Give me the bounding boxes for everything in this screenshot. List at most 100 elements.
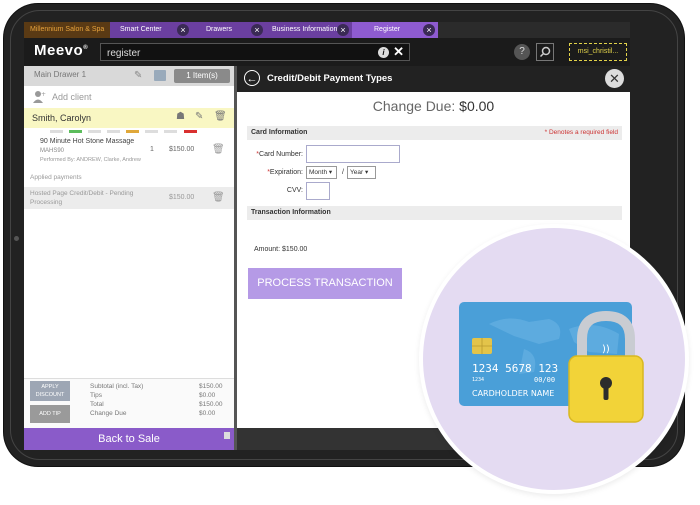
change-due-value: $0.00 (199, 410, 216, 417)
transaction-info-title: Transaction Information (251, 209, 331, 216)
card-info-header: Card Information * Denotes a required fi… (247, 126, 622, 140)
payment-amount: $150.00 (169, 194, 195, 201)
cardholder-name: CARDHOLDER NAME (472, 389, 554, 398)
status-bar (126, 130, 139, 133)
applied-payments-label: Applied payments (30, 174, 82, 181)
status-bar (184, 130, 197, 133)
close-icon[interactable]: × (423, 24, 435, 36)
card-small-number: 1234 (472, 377, 484, 383)
search-bar: i ✕ (100, 43, 410, 61)
close-icon[interactable]: × (251, 24, 263, 36)
secure-card-illustration: )) 1234 5678 123 1234 00/00 CARDHOLDER N… (459, 302, 644, 423)
status-bar (69, 130, 82, 133)
card-number: 1234 5678 123 (472, 362, 558, 375)
amount-text: Amount: $150.00 (254, 246, 308, 253)
payment-row: Hosted Page Credit/Debit - Pending Proce… (24, 187, 234, 209)
service-price: $150.00 (169, 146, 195, 153)
process-transaction-button[interactable]: PROCESS TRANSACTION (248, 268, 402, 299)
card-expiry: 00/00 (534, 376, 555, 384)
subtotal-label: Subtotal (incl. Tax) (90, 383, 144, 390)
totals-area: APPLY DISCOUNT ADD TIP Subtotal (incl. T… (24, 378, 234, 429)
card-info-title: Card Information (251, 129, 308, 136)
change-due-label: Change Due (90, 410, 127, 417)
search-icon[interactable] (536, 43, 554, 61)
payment-title: Credit/Debit Payment Types (267, 73, 393, 84)
logo-text: Meevo (34, 42, 84, 59)
tab-label: Drawers (206, 26, 233, 33)
add-tip-button[interactable]: ADD TIP (30, 405, 70, 423)
total-label: Total (90, 401, 104, 408)
back-arrow-icon[interactable]: ← (244, 70, 260, 86)
image-icon[interactable] (154, 70, 166, 81)
service-code: MAHS90 (40, 148, 65, 154)
close-icon[interactable]: × (177, 24, 189, 36)
payment-header: ← Credit/Debit Payment Types ✕ (237, 66, 630, 92)
tab-drawers[interactable]: Drawers × (192, 22, 266, 38)
pencil-icon[interactable]: ✎ (134, 70, 142, 81)
tab-label: Smart Center (120, 26, 162, 33)
apply-discount-button[interactable]: APPLY DISCOUNT (30, 381, 70, 401)
tab-business-information[interactable]: Business Information × (266, 22, 352, 38)
required-note: * Denotes a required field (544, 129, 618, 136)
meevo-logo[interactable]: Meevo® (34, 42, 88, 59)
status-bar (164, 130, 177, 133)
tab-smart-center[interactable]: Smart Center × (110, 22, 192, 38)
subtotal-value: $150.00 (199, 383, 223, 390)
change-due-label: Change Due: (372, 98, 456, 114)
tips-value: $0.00 (199, 392, 216, 399)
close-icon[interactable]: × (337, 24, 349, 36)
camera-dot (14, 236, 19, 241)
card-number-field[interactable] (306, 145, 400, 163)
pencil-icon[interactable]: ✎ (195, 111, 203, 122)
cvv-field[interactable] (306, 182, 330, 200)
close-icon[interactable]: ✕ (605, 69, 624, 88)
printer-icon[interactable] (224, 432, 230, 439)
status-bar (88, 130, 101, 133)
expiry-slash: / (342, 169, 344, 176)
trash-icon[interactable]: 🗑 (214, 111, 227, 122)
tab-bar: Millennium Salon & Spa Smart Center × Dr… (24, 22, 630, 38)
clear-icon[interactable]: ✕ (393, 44, 404, 60)
sale-panel: Main Drawer 1 ✎ 1 Item(s) + Add client S… (24, 66, 234, 450)
add-user-icon: + (32, 90, 46, 107)
service-performer: Performed By: ANDREW, Clarke, Andrew (40, 157, 141, 163)
drawer-name[interactable]: Main Drawer 1 (34, 70, 86, 79)
info-icon[interactable]: i (378, 47, 389, 58)
trash-icon[interactable]: 🗑 (212, 192, 225, 203)
change-due-amount: $0.00 (459, 98, 495, 114)
cvv-label: CVV: (286, 187, 303, 194)
contactless-icon: )) (602, 344, 610, 355)
top-header: Meevo® i ✕ ? msi_christil... (24, 38, 630, 66)
status-bar (50, 130, 63, 133)
tips-label: Tips (90, 392, 103, 399)
svg-text:+: + (41, 91, 46, 98)
add-client-label: Add client (52, 92, 92, 102)
tab-salon[interactable]: Millennium Salon & Spa (24, 22, 110, 38)
client-name: Smith, Carolyn (32, 113, 92, 123)
total-value: $150.00 (199, 401, 223, 408)
client-row[interactable]: Smith, Carolyn ☗ ✎ 🗑 (24, 108, 234, 128)
service-qty: 1 (150, 146, 154, 153)
add-client-row[interactable]: + Add client (24, 86, 234, 108)
expiration-month-select[interactable]: Month ▾ (306, 166, 337, 179)
back-to-sale-button[interactable]: Back to Sale (24, 428, 234, 450)
items-count-button[interactable]: 1 Item(s) (174, 69, 230, 83)
user-menu[interactable]: msi_christil... (569, 43, 627, 61)
trash-icon[interactable]: 🗑 (212, 144, 225, 155)
card-number-label: *Card Number: (256, 151, 303, 158)
help-icon[interactable]: ? (514, 44, 530, 60)
expiration-label: *Expiration: (267, 169, 303, 176)
tab-register[interactable]: Register × (352, 22, 438, 38)
expiration-year-select[interactable]: Year ▾ (347, 166, 376, 179)
service-name[interactable]: 90 Minute Hot Stone Massage (40, 138, 134, 145)
tab-label: Business Information (272, 26, 338, 33)
status-bar (145, 130, 158, 133)
drawer-row: Main Drawer 1 ✎ 1 Item(s) (24, 66, 234, 86)
search-input[interactable] (105, 45, 379, 61)
change-due-display: Change Due: $0.00 (237, 98, 630, 114)
status-bar (107, 130, 120, 133)
tab-label: Register (374, 26, 401, 33)
payment-name: Hosted Page Credit/Debit - Pending Proce… (30, 190, 134, 206)
transaction-info-header: Transaction Information (247, 206, 622, 220)
client-card-icon[interactable]: ☗ (176, 111, 185, 122)
